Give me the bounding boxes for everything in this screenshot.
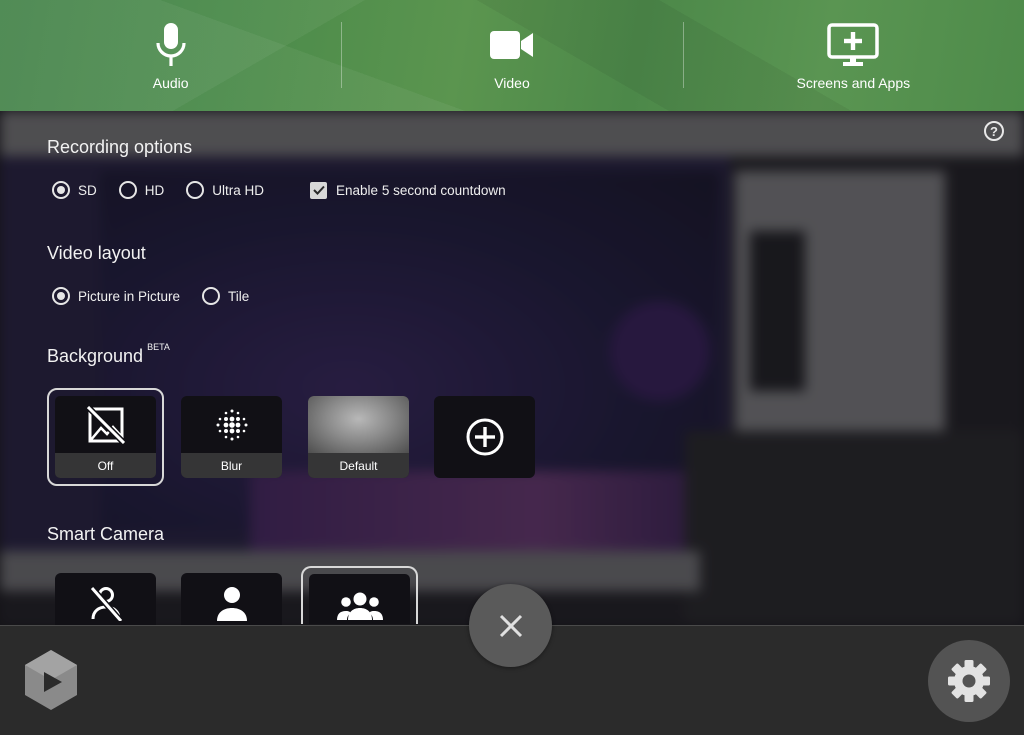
- background-blur-tile[interactable]: Blur: [181, 396, 282, 478]
- recording-quality-group: SD HD Ultra HD Enable 5 second countdown: [52, 181, 528, 199]
- video-camera-icon: [489, 22, 534, 68]
- background-title: Background BETA: [47, 342, 170, 366]
- add-circle-icon: [466, 418, 503, 456]
- quality-hd-radio[interactable]: HD: [118, 181, 164, 199]
- person-off-icon: [89, 586, 123, 621]
- smart-camera-group-tile[interactable]: [301, 566, 418, 624]
- radio-checked-icon: [52, 181, 70, 199]
- quality-sd-radio[interactable]: SD: [52, 181, 97, 199]
- group-icon: [336, 592, 383, 620]
- tab-video[interactable]: Video: [341, 0, 682, 111]
- background-blur-label: Blur: [181, 453, 282, 478]
- close-icon: [499, 614, 522, 637]
- background-default-label: Default: [308, 453, 409, 478]
- video-layout-group: Picture in Picture Tile: [52, 287, 271, 305]
- add-background-tile[interactable]: [434, 396, 535, 478]
- source-tab-bar: Audio Video Screens and Apps: [0, 0, 1024, 111]
- tab-screens-and-apps[interactable]: Screens and Apps: [682, 0, 1024, 111]
- smart-camera-title: Smart Camera: [47, 524, 165, 544]
- blur-icon: [216, 409, 247, 440]
- person-icon: [216, 587, 247, 621]
- radio-unchecked-icon: [118, 181, 137, 199]
- close-button[interactable]: [469, 584, 552, 667]
- no-image-icon: [86, 405, 125, 444]
- background-default-tile[interactable]: Default: [308, 396, 409, 478]
- background-off-tile[interactable]: Off: [47, 388, 164, 486]
- radio-unchecked-icon: [202, 287, 221, 305]
- tab-video-label: Video: [494, 75, 530, 91]
- layout-tile-radio[interactable]: Tile: [202, 287, 249, 305]
- quality-ultra-hd-radio[interactable]: Ultra HD: [186, 181, 264, 199]
- video-settings-panel: ? Recording options SD HD Ultra HD Enabl…: [0, 111, 1024, 625]
- layout-pip-radio[interactable]: Picture in Picture: [52, 287, 180, 305]
- tab-audio-label: Audio: [152, 75, 189, 91]
- help-icon[interactable]: ?: [984, 121, 1004, 141]
- beta-badge: BETA: [147, 342, 170, 352]
- microphone-icon: [153, 22, 189, 68]
- recording-options-title: Recording options: [47, 137, 193, 157]
- app-logo-icon: [25, 650, 77, 710]
- video-layout-title: Video layout: [47, 243, 146, 263]
- countdown-checkbox[interactable]: Enable 5 second countdown: [310, 181, 506, 199]
- background-off-label: Off: [55, 453, 156, 478]
- tab-audio[interactable]: Audio: [0, 0, 341, 111]
- default-background-image: [308, 396, 409, 453]
- gear-icon: [948, 660, 990, 702]
- checkbox-checked-icon: [310, 181, 328, 199]
- screen-add-icon: [827, 22, 880, 68]
- radio-unchecked-icon: [186, 181, 205, 199]
- tab-screens-label: Screens and Apps: [796, 75, 911, 91]
- smart-camera-off-tile[interactable]: [55, 573, 156, 625]
- settings-button[interactable]: [928, 640, 1010, 722]
- smart-camera-person-tile[interactable]: [181, 573, 282, 625]
- radio-checked-icon: [52, 287, 70, 305]
